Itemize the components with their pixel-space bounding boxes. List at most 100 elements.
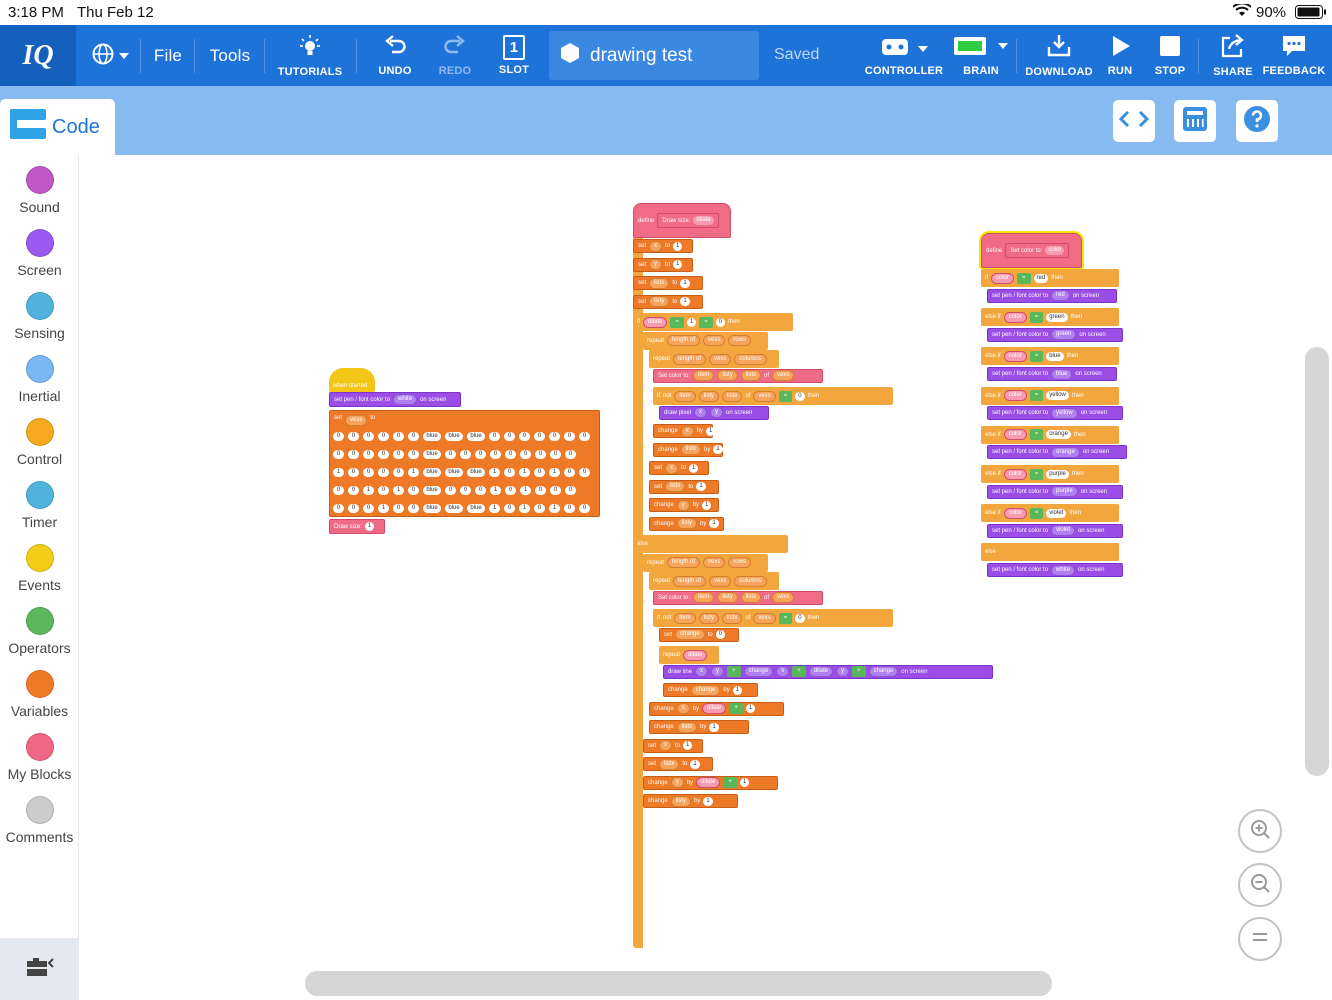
stack2-block[interactable]: set listx to 1 — [649, 479, 719, 494]
block-token[interactable]: 1 — [709, 519, 719, 528]
list-cell[interactable]: 0 — [579, 503, 590, 513]
block-token[interactable]: 1 — [690, 759, 700, 769]
list-cell[interactable]: blue — [445, 503, 463, 513]
stack3-block[interactable]: else if color = purple then — [981, 465, 1119, 483]
stack3-block[interactable]: else if color = blue then — [981, 347, 1119, 366]
stack2-block[interactable]: repeat length of vexs columns — [649, 572, 779, 590]
list-cell[interactable]: 0 — [408, 485, 419, 495]
list-cell[interactable]: blue — [423, 449, 441, 459]
list-cell[interactable]: 0 — [504, 431, 515, 441]
zoom-in-button[interactable] — [1238, 809, 1282, 853]
tools-menu[interactable]: Tools — [202, 25, 258, 86]
stack2-block[interactable]: repeat dilate — [659, 646, 719, 664]
list-cell[interactable]: 0 — [393, 449, 404, 459]
reset-zoom-button[interactable] — [1238, 917, 1282, 961]
block-token[interactable]: white — [1051, 564, 1076, 576]
category-sensing[interactable]: Sensing — [0, 292, 79, 341]
dilate-param[interactable]: dilate — [693, 216, 714, 225]
list-cell[interactable]: 1 — [520, 485, 531, 495]
stack2-block[interactable]: set x to 1 — [649, 461, 709, 475]
block-token[interactable]: listx — [676, 721, 698, 733]
list-cell[interactable]: blue — [423, 467, 441, 477]
file-menu[interactable]: File — [148, 25, 188, 86]
block-token[interactable]: x — [665, 462, 679, 474]
when-started-hat-block[interactable]: when started — [329, 368, 375, 392]
block-token[interactable]: green — [1046, 312, 1068, 322]
block-token[interactable]: purple — [1051, 486, 1078, 498]
define-draw-size-block[interactable]: define Draw size: dilate — [633, 203, 731, 238]
block-token[interactable]: y — [711, 666, 725, 677]
block-token[interactable]: length of — [673, 353, 707, 365]
list-cell[interactable]: 0 — [348, 449, 359, 459]
block-token[interactable]: listx — [740, 370, 762, 381]
collapse-palette-button[interactable] — [0, 938, 79, 1000]
horizontal-scrollbar[interactable] — [305, 971, 1052, 996]
stack3-block[interactable]: else if color = orange then — [981, 425, 1119, 444]
list-cell[interactable]: 0 — [348, 431, 359, 441]
block-token[interactable]: color — [1003, 350, 1027, 362]
language-button[interactable] — [84, 25, 136, 86]
block-token[interactable]: listy — [676, 518, 698, 529]
number-input[interactable]: 1 — [365, 522, 375, 531]
list-cell[interactable]: 1 — [490, 485, 501, 495]
list-cell[interactable]: 0 — [378, 485, 389, 495]
block-token[interactable]: 1 — [703, 796, 713, 806]
list-cell[interactable]: 0 — [363, 449, 374, 459]
list-cell[interactable]: 0 — [333, 485, 344, 495]
list-cell[interactable]: 0 — [579, 431, 590, 441]
download-button[interactable]: DOWNLOAD — [1022, 25, 1096, 86]
code-viewer-button[interactable] — [1113, 100, 1155, 142]
stack3-block[interactable]: if color = red then — [981, 269, 1119, 287]
block-token[interactable]: vexs — [753, 612, 776, 624]
stack3-block[interactable]: set pen / font color to green on screen — [987, 327, 1123, 342]
block-token[interactable]: change — [743, 666, 774, 677]
stack2-block[interactable]: change y by dilate +1 — [643, 775, 778, 790]
help-button[interactable] — [1236, 100, 1278, 142]
block-token[interactable]: + — [792, 666, 806, 677]
block-token[interactable]: listx — [649, 277, 670, 289]
list-cell[interactable]: 0 — [535, 485, 546, 495]
block-token[interactable]: 1 — [683, 741, 693, 750]
list-cell[interactable]: 1 — [549, 503, 560, 513]
stack2-block[interactable]: change change by 1 — [663, 683, 758, 697]
slot-button[interactable]: 1 SLOT — [490, 25, 538, 86]
list-cell[interactable]: 0 — [408, 503, 419, 513]
block-token[interactable]: length of — [673, 575, 707, 587]
block-token[interactable]: y — [676, 499, 690, 511]
block-token[interactable]: 1 — [686, 317, 697, 327]
block-token[interactable]: = — [1029, 350, 1044, 362]
zoom-out-button[interactable] — [1238, 863, 1282, 907]
color-dropdown[interactable]: white — [393, 394, 418, 405]
block-token[interactable]: 1 — [706, 426, 716, 436]
list-cell[interactable]: 0 — [378, 449, 389, 459]
stack2-block[interactable]: set listy to 1 — [633, 294, 703, 309]
list-cell[interactable]: 0 — [519, 431, 530, 441]
block-token[interactable]: length of — [667, 557, 701, 568]
block-token[interactable]: orange — [1051, 446, 1080, 458]
stack2-block[interactable]: else — [633, 535, 788, 553]
list-cell[interactable]: 0 — [505, 485, 516, 495]
block-token[interactable]: 1 — [739, 778, 750, 787]
block-token[interactable]: dilate — [808, 666, 834, 677]
stack3-block[interactable]: else if color = green then — [981, 308, 1119, 327]
block-token[interactable]: = — [778, 390, 793, 402]
stack2-block[interactable]: repeat length of vexs columns — [649, 350, 779, 368]
block-token[interactable]: color — [1003, 311, 1027, 323]
block-token[interactable]: x — [694, 407, 708, 418]
block-token[interactable]: rows — [728, 335, 752, 346]
block-token[interactable]: = — [1029, 468, 1044, 480]
block-token[interactable]: red — [1051, 290, 1070, 302]
list-cell[interactable]: 1 — [519, 467, 530, 477]
list-cell[interactable]: blue — [467, 467, 485, 477]
block-token[interactable]: 1 — [732, 685, 743, 695]
block-token[interactable]: dilate — [702, 703, 727, 714]
vertical-scrollbar[interactable] — [1305, 347, 1329, 776]
list-cell[interactable]: 0 — [505, 449, 516, 459]
list-cell[interactable]: 0 — [378, 467, 389, 477]
block-token[interactable]: purple — [1046, 469, 1069, 479]
block-token[interactable]: item — [693, 592, 715, 603]
stack2-block[interactable]: set x to 1 — [633, 239, 693, 253]
block-token[interactable]: = — [778, 612, 793, 624]
list-cell[interactable]: 0 — [408, 431, 419, 441]
block-token[interactable]: 1 — [680, 278, 690, 288]
